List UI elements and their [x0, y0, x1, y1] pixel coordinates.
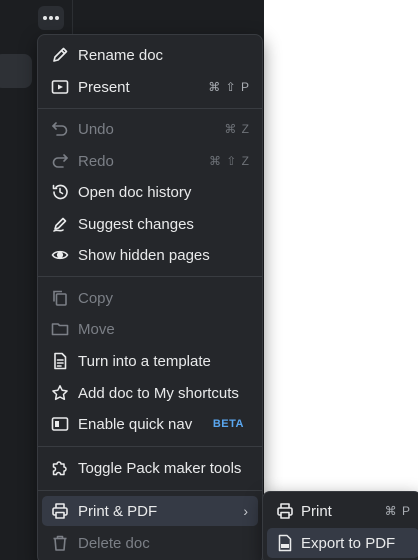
- template-icon: [51, 352, 69, 370]
- menu-item-label: Suggest changes: [78, 215, 194, 233]
- pencil-icon: [51, 46, 69, 64]
- menu-item-label: Open doc history: [78, 183, 192, 201]
- more-dots-icon: [43, 16, 47, 20]
- shortcut-hint: ⌘ Z: [224, 122, 250, 136]
- menu-separator: [38, 108, 262, 109]
- menu-item-print-pdf[interactable]: Print & PDF ›: [42, 496, 258, 526]
- present-icon: [51, 78, 69, 96]
- menu-item-label: Turn into a template: [78, 352, 211, 370]
- submenu-item-print[interactable]: Print ⌘ P: [267, 496, 418, 526]
- menu-item-turn-into-template[interactable]: Turn into a template: [42, 346, 258, 376]
- shortcut-hint: ⌘ ⇧ Z: [208, 154, 250, 168]
- menu-item-toggle-pack-maker-tools[interactable]: Toggle Pack maker tools: [42, 453, 258, 483]
- submenu-item-label: Export to PDF: [301, 534, 396, 552]
- print-pdf-submenu: Print ⌘ P Export to PDF: [262, 491, 418, 560]
- submenu-item-export-pdf[interactable]: Export to PDF: [267, 528, 418, 558]
- menu-item-copy[interactable]: Copy: [42, 283, 258, 313]
- printer-icon: [276, 502, 294, 520]
- pdf-file-icon: [276, 534, 294, 552]
- trash-icon: [51, 534, 69, 552]
- menu-item-label: Undo: [78, 120, 114, 138]
- menu-item-label: Redo: [78, 152, 114, 170]
- printer-icon: [51, 502, 69, 520]
- document-canvas: [264, 0, 418, 560]
- menu-separator: [38, 490, 262, 491]
- menu-item-delete-doc[interactable]: Delete doc: [42, 528, 258, 558]
- undo-icon: [51, 120, 69, 138]
- shortcut-hint: ⌘ ⇧ P: [208, 80, 250, 94]
- menu-item-label: Enable quick nav: [78, 415, 193, 433]
- beta-badge: BETA: [212, 418, 244, 430]
- puzzle-icon: [51, 459, 69, 477]
- menu-item-enable-quick-nav[interactable]: Enable quick nav BETA: [42, 409, 258, 439]
- sidebar-selected-item[interactable]: [0, 54, 32, 88]
- menu-item-present[interactable]: Present ⌘ ⇧ P: [42, 72, 258, 102]
- menu-item-undo[interactable]: Undo ⌘ Z: [42, 114, 258, 144]
- menu-separator: [38, 446, 262, 447]
- shortcut-hint: ⌘ P: [384, 504, 411, 518]
- more-options-button[interactable]: [38, 6, 64, 30]
- suggest-icon: [51, 215, 69, 233]
- menu-item-label: Toggle Pack maker tools: [78, 459, 242, 477]
- menu-item-label: Print & PDF: [78, 502, 158, 520]
- menu-item-label: Present: [78, 78, 130, 96]
- menu-item-label: Add doc to My shortcuts: [78, 384, 239, 402]
- menu-item-label: Show hidden pages: [78, 246, 210, 264]
- redo-icon: [51, 152, 69, 170]
- copy-icon: [51, 289, 69, 307]
- submenu-item-label: Print: [301, 502, 332, 520]
- chevron-right-icon: ›: [243, 503, 248, 519]
- menu-item-label: Rename doc: [78, 46, 164, 64]
- menu-item-move[interactable]: Move: [42, 314, 258, 344]
- menu-item-label: Delete doc: [78, 534, 150, 552]
- menu-item-label: Copy: [78, 289, 114, 307]
- doc-options-menu: Rename doc Present ⌘ ⇧ P Undo ⌘ Z Redo ⌘…: [37, 34, 263, 560]
- eye-icon: [51, 246, 69, 264]
- menu-item-open-doc-history[interactable]: Open doc history: [42, 177, 258, 207]
- history-icon: [51, 183, 69, 201]
- menu-item-add-to-shortcuts[interactable]: Add doc to My shortcuts: [42, 378, 258, 408]
- menu-separator: [38, 276, 262, 277]
- menu-item-suggest-changes[interactable]: Suggest changes: [42, 209, 258, 239]
- star-icon: [51, 384, 69, 402]
- menu-item-redo[interactable]: Redo ⌘ ⇧ Z: [42, 146, 258, 176]
- quick-nav-icon: [51, 415, 69, 433]
- menu-item-show-hidden-pages[interactable]: Show hidden pages: [42, 240, 258, 270]
- folder-icon: [51, 320, 69, 338]
- menu-item-rename-doc[interactable]: Rename doc: [42, 40, 258, 70]
- menu-item-label: Move: [78, 320, 115, 338]
